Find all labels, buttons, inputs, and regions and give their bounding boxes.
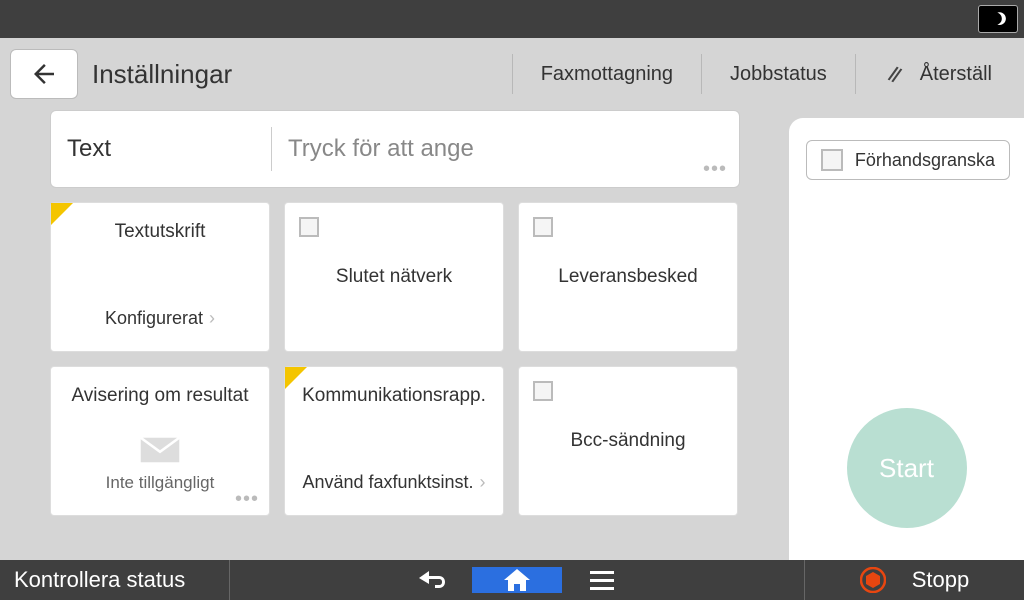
moon-icon [989,10,1007,28]
text-input-bar[interactable]: Text Tryck för att ange ••• [50,110,740,188]
reset-button[interactable]: Återställ [862,38,1014,110]
tile-label: Bcc-sändning [570,430,685,452]
more-icon: ••• [703,158,727,181]
tile-title: Kommunikationsrapp. [285,385,503,407]
night-mode-button[interactable] [978,5,1018,33]
fax-reception-button[interactable]: Faxmottagning [519,38,695,110]
bottom-bar: Kontrollera status Stopp [0,560,1024,600]
stop-label: Stopp [912,567,970,593]
reset-icon [884,63,906,85]
check-status-button[interactable]: Kontrollera status [0,560,230,600]
divider [701,54,702,94]
envelope-icon [139,436,181,464]
reset-label: Återställ [920,63,992,86]
chevron-right-icon: › [480,472,486,493]
start-button[interactable]: Start [847,408,967,528]
preview-label: Förhandsgranska [855,150,995,171]
tile-title: Textutskrift [51,221,269,243]
divider [512,54,513,94]
tile-title: Avisering om resultat [51,385,269,407]
text-placeholder: Tryck för att ange [272,135,739,163]
header-bar: Inställningar Faxmottagning Jobbstatus Å… [0,38,1024,110]
system-bar [0,0,1024,38]
chevron-right-icon: › [209,308,215,329]
checkbox-icon[interactable] [821,149,843,171]
checkbox-icon[interactable] [533,381,553,401]
stop-icon [860,567,886,593]
bottom-nav [230,560,804,600]
tile-bcc-send[interactable]: Bcc-sändning [518,366,738,516]
tile-label: Leveransbesked [558,266,697,288]
tile-text-print[interactable]: Textutskrift Konfigurerat › [50,202,270,352]
content-area: Text Tryck för att ange ••• Textutskrift… [0,110,1024,560]
start-label: Start [879,453,934,484]
back-button[interactable] [10,49,78,99]
more-icon: ••• [235,488,259,511]
nav-menu-button[interactable] [562,569,642,591]
arrow-left-icon [29,59,59,89]
nav-home-button[interactable] [472,567,562,593]
text-label: Text [51,135,271,163]
checkbox-icon[interactable] [299,217,319,237]
preview-toggle[interactable]: Förhandsgranska [806,140,1010,180]
divider [855,54,856,94]
tile-closed-network[interactable]: Slutet nätverk [284,202,504,352]
settings-grid: Textutskrift Konfigurerat › Slutet nätve… [50,202,740,516]
tile-result-notification[interactable]: Avisering om resultat Inte tillgängligt … [50,366,270,516]
job-status-button[interactable]: Jobbstatus [708,38,849,110]
page-title: Inställningar [92,59,506,90]
action-sidebar: Förhandsgranska Start [789,118,1024,560]
checkbox-icon[interactable] [533,217,553,237]
tile-label: Slutet nätverk [336,266,452,288]
tile-subtitle: Använd faxfunktsinst. › [285,472,503,493]
stop-button[interactable]: Stopp [804,560,1024,600]
home-icon [502,567,532,593]
menu-icon [588,569,616,591]
tile-subtitle: Konfigurerat › [51,308,269,329]
tile-delivery-notice[interactable]: Leveransbesked [518,202,738,352]
main-area: Text Tryck för att ange ••• Textutskrift… [0,110,789,560]
nav-back-button[interactable] [392,567,472,593]
return-icon [415,567,449,593]
tile-communication-report[interactable]: Kommunikationsrapp. Använd faxfunktsinst… [284,366,504,516]
